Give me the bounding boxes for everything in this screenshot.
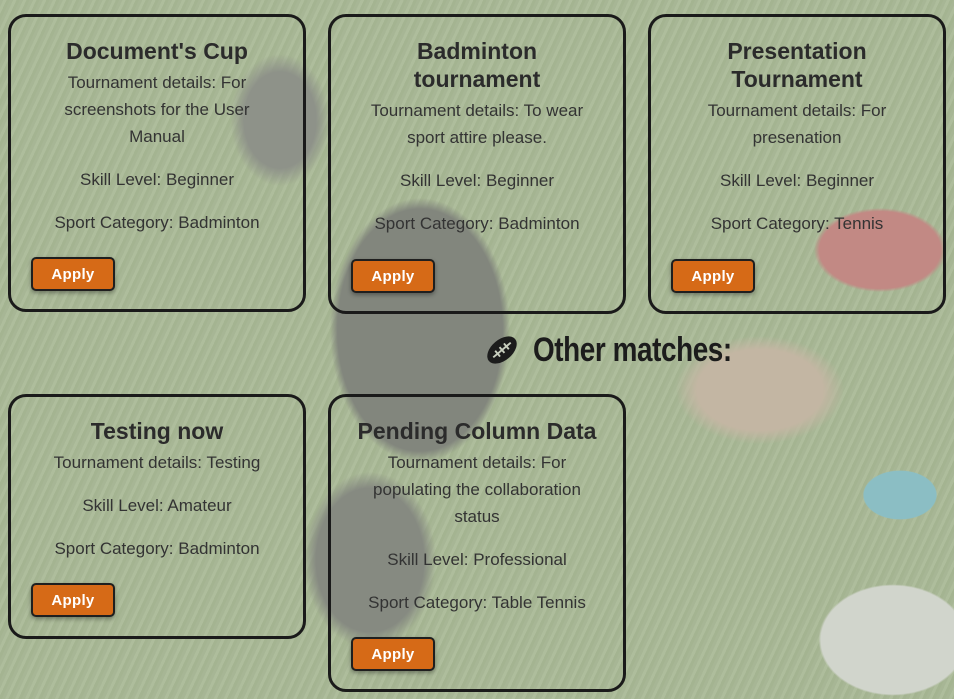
tournament-card: Presentation Tournament Tournament detai…: [648, 14, 946, 314]
sport-category: Sport Category: Badminton: [374, 214, 580, 233]
section-title: Other matches:: [533, 331, 732, 369]
sport-category: Sport Category: Tennis: [710, 214, 884, 233]
skill-level: Skill Level: Beginner: [79, 170, 235, 189]
apply-button[interactable]: Apply: [31, 583, 115, 617]
tournament-card: Document's Cup Tournament details: For s…: [8, 14, 306, 312]
apply-button[interactable]: Apply: [351, 259, 435, 293]
apply-button[interactable]: Apply: [351, 637, 435, 671]
football-icon: [487, 336, 517, 364]
apply-button[interactable]: Apply: [31, 257, 115, 291]
tournament-details: Tournament details: For screenshots for …: [64, 73, 250, 146]
tournament-card: Badminton tournament Tournament details:…: [328, 14, 626, 314]
tournament-title: Badminton tournament: [413, 38, 541, 92]
match-title: Pending Column Data: [357, 418, 597, 444]
tournament-details: Tournament details: To wear sport attire…: [370, 101, 584, 147]
tournament-title: Document's Cup: [66, 38, 248, 64]
match-card: Pending Column Data Tournament details: …: [328, 394, 626, 692]
skill-level: Skill Level: Amateur: [82, 496, 232, 515]
skill-level: Skill Level: Beginner: [399, 171, 555, 190]
skill-level: Skill Level: Professional: [387, 550, 567, 569]
match-title: Testing now: [90, 418, 224, 444]
match-details: Tournament details: For populating the c…: [373, 453, 581, 526]
tournament-details: Tournament details: For presenation: [707, 101, 887, 147]
sport-category: Sport Category: Table Tennis: [368, 593, 586, 612]
skill-level: Skill Level: Beginner: [719, 171, 875, 190]
other-matches-heading: Other matches:: [483, 330, 775, 370]
apply-button[interactable]: Apply: [671, 259, 755, 293]
sport-category: Sport Category: Badminton: [54, 539, 260, 558]
sport-category: Sport Category: Badminton: [54, 213, 260, 232]
match-details: Tournament details: Testing: [53, 453, 261, 472]
tournament-title: Presentation Tournament: [727, 38, 867, 92]
match-card: Testing now Tournament details: Testing …: [8, 394, 306, 639]
